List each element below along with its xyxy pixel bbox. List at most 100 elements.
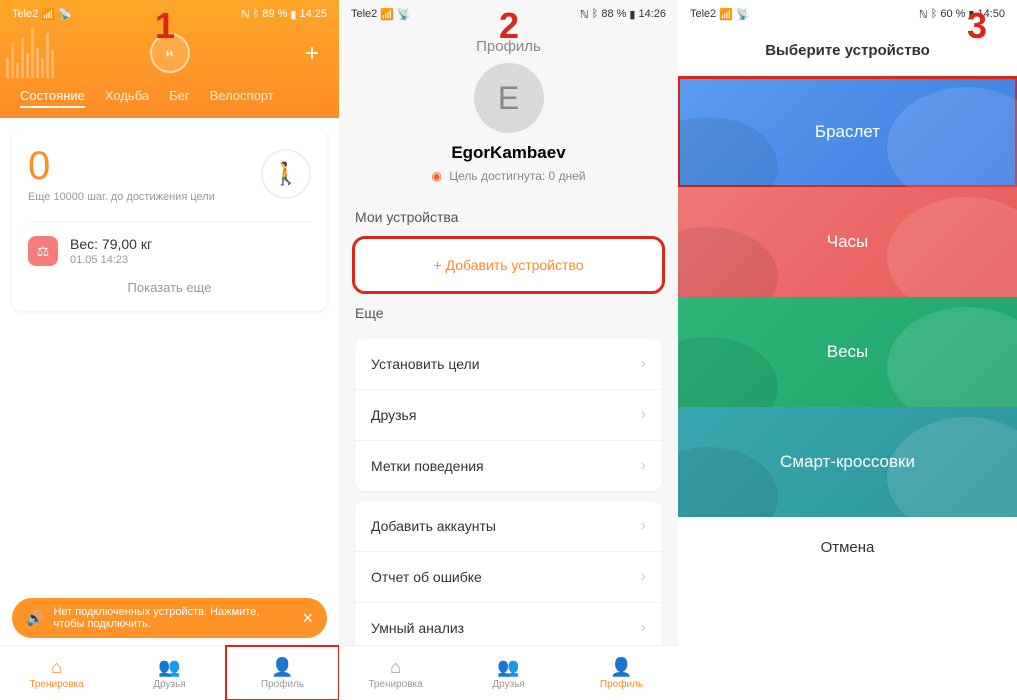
battery-icon: ▮: [629, 8, 635, 21]
close-icon[interactable]: ×: [302, 608, 313, 629]
nfc-icon: ℕ: [580, 8, 589, 21]
nav-friends[interactable]: 👥 Друзья: [113, 646, 226, 700]
chevron-right-icon: ›: [641, 619, 646, 637]
chevron-right-icon: ›: [641, 457, 646, 475]
nfc-icon: ℕ: [919, 8, 928, 21]
menu-list-1: Установить цели › Друзья › Метки поведения…: [355, 339, 662, 491]
home-icon: ⌂: [51, 657, 62, 678]
battery-icon: ▮: [290, 8, 296, 21]
menu-set-goals[interactable]: Установить цели ›: [355, 339, 662, 390]
menu-label: Метки поведения: [371, 458, 484, 474]
weight-row[interactable]: ⚖ Вес: 79,00 кг 01.05 14:23: [28, 221, 311, 266]
wifi-icon: 📡: [736, 8, 750, 21]
step-number-2: 2: [499, 5, 519, 47]
section-my-devices: Мои устройства: [339, 201, 678, 233]
nav-label: Профиль: [261, 679, 304, 690]
menu-bug-report[interactable]: Отчет об ошибке ›: [355, 552, 662, 603]
device-scale[interactable]: Весы: [678, 297, 1017, 407]
menu-list-2: Добавить аккаунты› Отчет об ошибке› Умны…: [355, 501, 662, 653]
phone-screen-3: 3 Tele2 📶 📡 ℕ ᛒ 60 % ▮ 14:50 Выберите ус…: [678, 0, 1017, 700]
home-icon: ⌂: [390, 657, 401, 678]
device-bracelet[interactable]: Браслет: [678, 77, 1017, 187]
device-shoes[interactable]: Смарт-кроссовки: [678, 407, 1017, 517]
step-number-3: 3: [967, 5, 987, 47]
friends-icon: 👥: [158, 657, 180, 678]
bluetooth-icon: ᛒ: [253, 8, 260, 20]
device-label: Часы: [827, 232, 869, 252]
chevron-right-icon: ›: [641, 406, 646, 424]
menu-friends[interactable]: Друзья ›: [355, 390, 662, 441]
phone-screen-2: 2 Tele2 📶 📡 ℕ ᛒ 88 % ▮ 14:26 Профиль E E…: [339, 0, 678, 700]
menu-label: Умный анализ: [371, 620, 464, 636]
nfc-icon: ℕ: [241, 8, 250, 21]
weight-label: Вес: 79,00 кг: [70, 236, 152, 252]
walk-icon: 🚶: [261, 149, 311, 199]
nav-label: Тренировка: [368, 679, 422, 690]
time-label: 14:26: [638, 8, 666, 20]
cancel-button[interactable]: Отмена: [678, 517, 1017, 578]
nav-workout[interactable]: ⌂ Тренировка: [0, 646, 113, 700]
show-more-button[interactable]: Показать еще: [28, 280, 311, 295]
weight-date: 01.05 14:23: [70, 254, 152, 266]
nav-label: Профиль: [600, 679, 643, 690]
battery-label: 89 %: [262, 8, 287, 20]
chevron-right-icon: ›: [641, 355, 646, 373]
battery-label: 60 %: [940, 8, 965, 20]
nav-friends[interactable]: 👥 Друзья: [452, 646, 565, 700]
wifi-icon: 📡: [58, 8, 72, 21]
bottom-nav: ⌂ Тренировка 👥 Друзья 👤 Профиль: [0, 645, 339, 700]
nav-label: Тренировка: [29, 679, 83, 690]
steps-count: 0: [28, 144, 215, 189]
wifi-icon: 📡: [397, 8, 411, 21]
menu-label: Отчет об ошибке: [371, 569, 482, 585]
snackbar-text: Нет подключенных устройств. Нажмите, что…: [53, 606, 292, 630]
battery-label: 88 %: [601, 8, 626, 20]
carrier-label: Tele2: [351, 8, 377, 20]
bluetooth-icon: ᛒ: [592, 8, 599, 20]
nav-label: Друзья: [153, 679, 185, 690]
target-icon: ◉: [431, 169, 441, 183]
bottom-nav: ⌂ Тренировка 👥 Друзья 👤 Профиль: [339, 645, 678, 700]
profile-icon: 👤: [610, 657, 632, 678]
snackbar[interactable]: 🔊 Нет подключенных устройств. Нажмите, ч…: [12, 598, 327, 638]
plus-icon: +: [434, 257, 446, 273]
steps-card[interactable]: 0 Еще 10000 шаг. до достижения цели 🚶 ⚖ …: [12, 128, 327, 311]
carrier-label: Tele2: [690, 8, 716, 20]
device-label: Весы: [827, 342, 869, 362]
add-device-button[interactable]: + Добавить устройство: [355, 239, 662, 291]
avatar[interactable]: E: [474, 63, 544, 133]
bluetooth-icon: ᛒ: [931, 8, 938, 20]
speaker-icon: 🔊: [26, 610, 43, 627]
device-label: Браслет: [815, 122, 880, 142]
section-more: Еще: [339, 297, 678, 329]
nav-profile[interactable]: 👤 Профиль: [565, 646, 678, 700]
goal-line: ◉ Цель достигнута: 0 дней: [339, 169, 678, 183]
nav-workout[interactable]: ⌂ Тренировка: [339, 646, 452, 700]
signal-icon: 📶: [380, 8, 394, 21]
tab-cycling[interactable]: Велоспорт: [210, 88, 274, 108]
add-icon[interactable]: +: [305, 40, 319, 68]
nav-profile[interactable]: 👤 Профиль: [226, 646, 339, 700]
signal-icon: 📶: [719, 8, 733, 21]
steps-subtitle: Еще 10000 шаг. до достижения цели: [28, 191, 215, 203]
menu-label: Добавить аккаунты: [371, 518, 496, 534]
tab-running[interactable]: Бег: [169, 88, 190, 108]
device-watch[interactable]: Часы: [678, 187, 1017, 297]
menu-behavior[interactable]: Метки поведения ›: [355, 441, 662, 491]
scale-icon: ⚖: [28, 236, 58, 266]
tabs-row: Состояние Ходьба Бег Велоспорт: [0, 88, 339, 108]
chevron-right-icon: ›: [641, 568, 646, 586]
profile-icon: 👤: [271, 657, 293, 678]
menu-label: Установить цели: [371, 356, 480, 372]
phone-screen-1: 1 Tele2 📶 📡 ℕ ᛒ 89 % ▮ 14:25 + ⲙ Состоян…: [0, 0, 339, 700]
goal-text: Цель достигнута: 0 дней: [449, 169, 585, 183]
nav-label: Друзья: [492, 679, 524, 690]
tab-status[interactable]: Состояние: [20, 88, 85, 108]
signal-icon: 📶: [41, 8, 55, 21]
menu-add-accounts[interactable]: Добавить аккаунты›: [355, 501, 662, 552]
carrier-label: Tele2: [12, 8, 38, 20]
username: EgorKambaev: [339, 143, 678, 163]
tab-walking[interactable]: Ходьба: [105, 88, 149, 108]
menu-label: Друзья: [371, 407, 416, 423]
step-number-1: 1: [155, 5, 175, 47]
